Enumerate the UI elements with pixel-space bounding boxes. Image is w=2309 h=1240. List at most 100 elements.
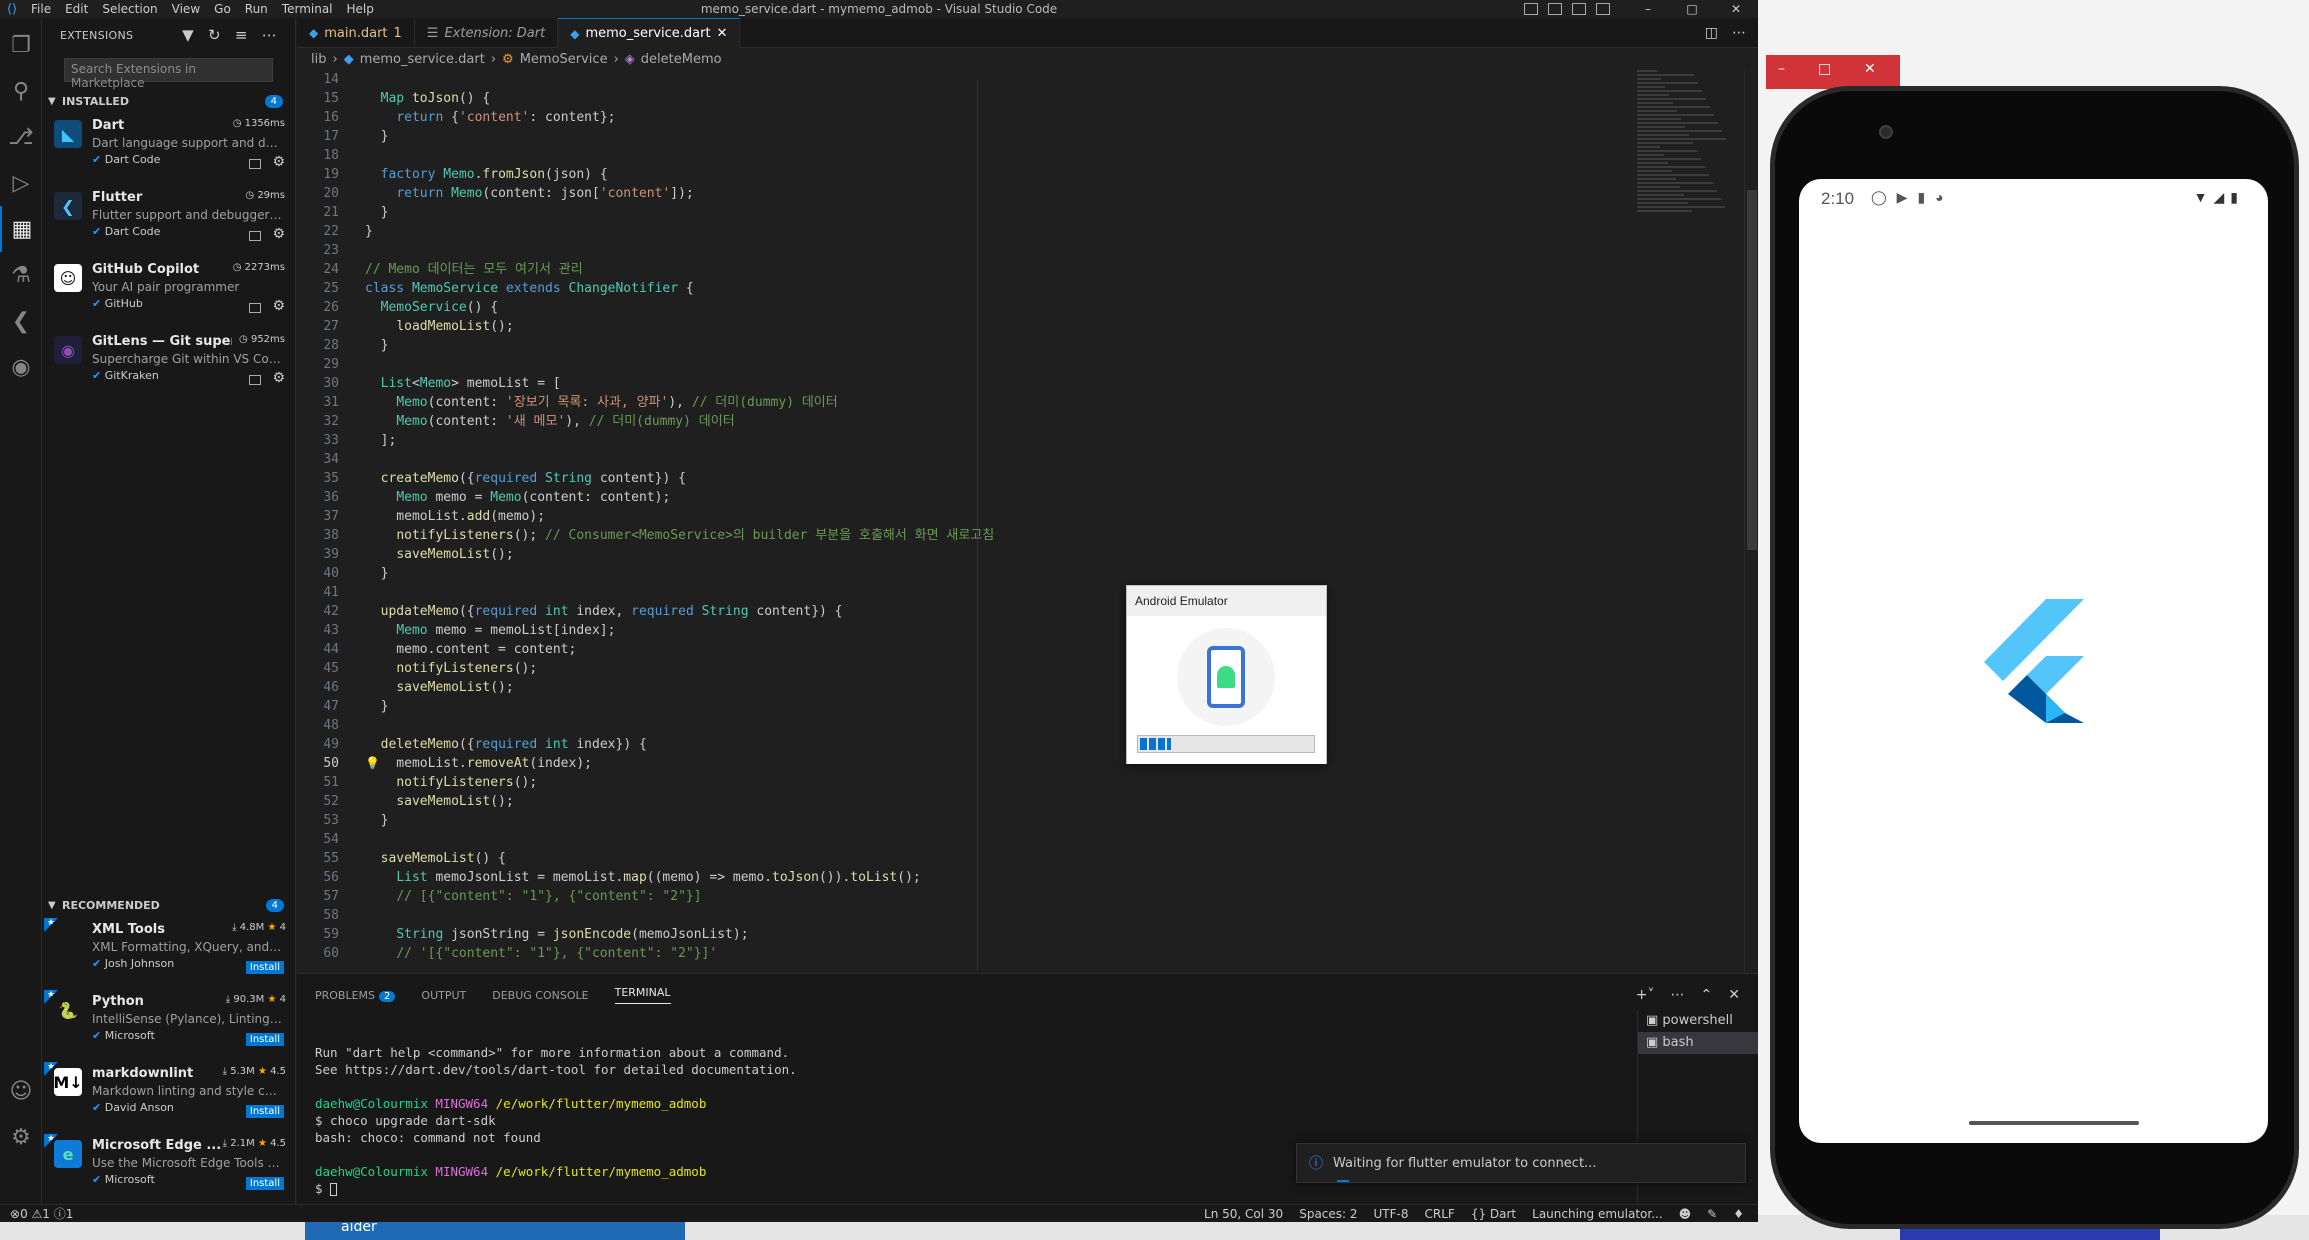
breadcrumb-item[interactable]: lib bbox=[311, 52, 326, 67]
tab-memo-service-dart[interactable]: ◆ memo_service.dart ✕ bbox=[558, 18, 741, 48]
extensions-icon[interactable]: ▦ bbox=[0, 206, 42, 252]
maximize-panel-icon[interactable]: ⌃ bbox=[1701, 987, 1713, 1003]
manage-gear-icon[interactable]: ⚙ bbox=[272, 298, 285, 314]
prompt-user: daehw@Colourmix bbox=[315, 1164, 428, 1179]
accounts-icon[interactable]: ☺ bbox=[0, 1068, 42, 1114]
sync-ignored-icon[interactable] bbox=[249, 231, 261, 241]
notification-toast[interactable]: ⓘ Waiting for flutter emulator to connec… bbox=[1296, 1143, 1746, 1183]
explorer-icon[interactable]: ❐ bbox=[0, 22, 42, 68]
clear-icon[interactable]: ≡ bbox=[235, 26, 248, 44]
tab-main-dart[interactable]: ◆ main.dart 1 bbox=[297, 18, 415, 48]
refresh-icon[interactable]: ↻ bbox=[208, 26, 221, 44]
recommended-section-header[interactable]: ▼ RECOMMENDED 4 bbox=[42, 894, 296, 916]
terminal-item-powershell[interactable]: ▣ powershell bbox=[1638, 1010, 1758, 1032]
close-button[interactable]: ✕ bbox=[1714, 0, 1758, 18]
sync-ignored-icon[interactable] bbox=[249, 159, 261, 169]
extension-item[interactable]: ★ XML Tools ⤓ 4.8M ★ 4 XML Formatting, XQue… bbox=[42, 916, 296, 988]
install-button[interactable]: Install bbox=[245, 1177, 284, 1190]
code-editor[interactable]: 14 15 Map toJson() {16 return {'content':… bbox=[297, 70, 1742, 973]
copilot-icon[interactable]: ☻ bbox=[1679, 1207, 1692, 1221]
search-icon[interactable]: ⚲ bbox=[0, 68, 42, 114]
close-button[interactable]: ✕ bbox=[1864, 61, 1876, 77]
filter-icon[interactable]: ▼ bbox=[182, 26, 194, 44]
close-panel-icon[interactable]: ✕ bbox=[1728, 987, 1740, 1003]
extension-item[interactable]: ★ M↓ markdownlint ⤓ 5.3M ★ 4.5 Markdown lint… bbox=[42, 1060, 296, 1132]
tab-output[interactable]: OUTPUT bbox=[421, 989, 466, 1002]
extension-item[interactable]: ★ 🐍 Python ⤓ 90.3M ★ 4 IntelliSense (Pylance… bbox=[42, 988, 296, 1060]
prompt-user: daehw@Colourmix bbox=[315, 1096, 428, 1111]
maximize-button[interactable]: □ bbox=[1670, 0, 1714, 18]
extensions-search-input[interactable]: Search Extensions in Marketplace bbox=[64, 58, 273, 90]
notifications-bell-icon[interactable]: ♦ bbox=[1733, 1207, 1744, 1221]
verified-icon: ✔ bbox=[92, 225, 105, 238]
cursor-position[interactable]: Ln 50, Col 30 bbox=[1204, 1207, 1283, 1221]
gitlens-icon[interactable]: ◉ bbox=[0, 344, 42, 390]
manage-gear-icon[interactable]: ⚙ bbox=[272, 370, 285, 386]
install-button[interactable]: Install bbox=[245, 1105, 284, 1118]
maximize-button[interactable]: □ bbox=[1818, 61, 1831, 77]
new-terminal-icon[interactable]: +˅ bbox=[1636, 987, 1655, 1003]
scrollbar-thumb[interactable] bbox=[1747, 190, 1757, 550]
run-debug-icon[interactable]: ▷ bbox=[0, 160, 42, 206]
breadcrumb-item[interactable]: MemoService bbox=[520, 52, 608, 67]
testing-icon[interactable]: ⚗ bbox=[0, 252, 42, 298]
sync-ignored-icon[interactable] bbox=[249, 375, 261, 385]
menu-item-terminal[interactable]: Terminal bbox=[275, 2, 340, 16]
indentation[interactable]: Spaces: 2 bbox=[1299, 1207, 1357, 1221]
language-mode[interactable]: {} Dart bbox=[1471, 1207, 1516, 1221]
problems-status[interactable]: ⊗0 ⚠1 ⓘ1 bbox=[10, 1205, 73, 1222]
layout-controls bbox=[1524, 0, 1610, 18]
panel-more-icon[interactable]: ⋯ bbox=[1671, 987, 1685, 1003]
toggle-panel-icon[interactable] bbox=[1548, 3, 1562, 15]
tab-terminal[interactable]: TERMINAL bbox=[614, 986, 671, 1004]
launch-status[interactable]: Launching emulator... bbox=[1532, 1207, 1663, 1221]
activation-time-value: 29ms bbox=[257, 190, 285, 201]
tab-problems[interactable]: PROBLEMS 2 bbox=[315, 989, 396, 1002]
menu-item-go[interactable]: Go bbox=[207, 2, 238, 16]
editor-more-actions-icon[interactable]: ⋯ bbox=[1732, 25, 1746, 41]
sync-ignored-icon[interactable] bbox=[249, 303, 261, 313]
minimize-button[interactable]: – bbox=[1626, 0, 1670, 18]
line-ending[interactable]: CRLF bbox=[1425, 1207, 1455, 1221]
source-control-icon[interactable]: ⎇ bbox=[0, 114, 42, 160]
install-button[interactable]: Install bbox=[245, 961, 284, 974]
menu-item-run[interactable]: Run bbox=[238, 2, 275, 16]
breadcrumb-item[interactable]: memo_service.dart bbox=[360, 52, 485, 67]
feedback-icon[interactable]: ✎ bbox=[1707, 1207, 1717, 1221]
menu-item-edit[interactable]: Edit bbox=[58, 2, 95, 16]
tab-debug-console[interactable]: DEBUG CONSOLE bbox=[492, 989, 588, 1002]
language-label: Dart bbox=[1489, 1206, 1517, 1221]
terminal-item-bash[interactable]: ▣ bash bbox=[1638, 1032, 1758, 1054]
breadcrumb-item[interactable]: deleteMemo bbox=[641, 52, 722, 67]
gesture-home-bar[interactable] bbox=[1969, 1121, 2139, 1125]
more-actions-icon[interactable]: ⋯ bbox=[262, 26, 277, 44]
minimize-button[interactable]: – bbox=[1778, 61, 1785, 77]
flutter-icon[interactable]: ❮ bbox=[0, 298, 42, 344]
manage-gear-icon[interactable]: ⚙ bbox=[0, 1114, 42, 1160]
installed-section-header[interactable]: ▼ INSTALLED 4 bbox=[42, 90, 295, 112]
manage-gear-icon[interactable]: ⚙ bbox=[272, 154, 285, 170]
extension-item[interactable]: ◉ GitLens — Git superc... ◷ 952ms Superchar… bbox=[42, 328, 295, 400]
menu-item-selection[interactable]: Selection bbox=[95, 2, 164, 16]
tab-close-icon[interactable]: ✕ bbox=[717, 26, 728, 41]
phone-screen[interactable]: 2:10 ◯ ▶ ▮ ◕ ▼ ◢ ▮ bbox=[1799, 179, 2268, 1143]
toggle-secondary-sidebar-icon[interactable] bbox=[1572, 3, 1586, 15]
minimap[interactable] bbox=[1637, 70, 1742, 250]
tab-extension-dart[interactable]: ☰ Extension: Dart bbox=[415, 18, 559, 48]
toggle-primary-sidebar-icon[interactable] bbox=[1524, 3, 1538, 15]
manage-gear-icon[interactable]: ⚙ bbox=[272, 226, 285, 242]
install-button[interactable]: Install bbox=[245, 1033, 284, 1046]
extension-item[interactable]: ❮ Flutter ◷ 29ms Flutter support and debugg… bbox=[42, 184, 295, 256]
extension-item[interactable]: ◣ Dart ◷ 1356ms Dart language support and d… bbox=[42, 112, 295, 184]
extension-item[interactable]: ★ e Microsoft Edge ... ⤓ 2.1M ★ 4.5 Use the … bbox=[42, 1132, 296, 1204]
menu-item-file[interactable]: File bbox=[24, 2, 58, 16]
encoding[interactable]: UTF-8 bbox=[1374, 1207, 1409, 1221]
menu-item-help[interactable]: Help bbox=[340, 2, 381, 16]
menu-item-view[interactable]: View bbox=[165, 2, 207, 16]
split-editor-icon[interactable]: ◫ bbox=[1705, 25, 1718, 41]
customize-layout-icon[interactable] bbox=[1596, 3, 1610, 15]
dart-file-icon: ◆ bbox=[309, 26, 319, 40]
extension-item[interactable]: ☺ GitHub Copilot ◷ 2273ms Your AI pair prog… bbox=[42, 256, 295, 328]
editor-scrollbar[interactable] bbox=[1744, 70, 1758, 973]
lightbulb-icon[interactable]: 💡 bbox=[365, 754, 380, 773]
